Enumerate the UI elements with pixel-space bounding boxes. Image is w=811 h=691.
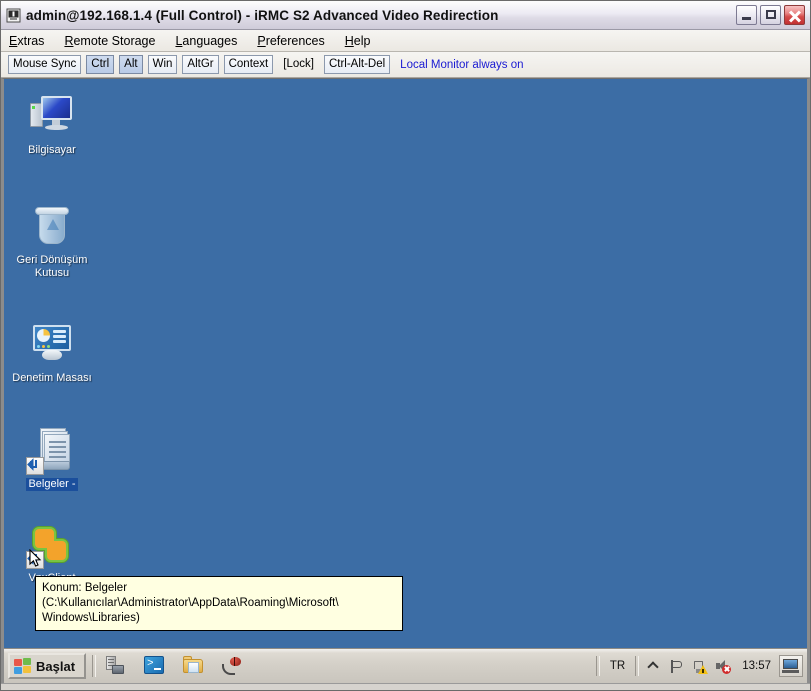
remote-desktop[interactable]: Bilgisayar Geri Dönüşüm Kutusu Denetim M… — [4, 79, 807, 649]
tray-divider — [635, 656, 640, 676]
windows-flag-icon — [14, 657, 32, 675]
desktop-icon-label: Belgeler - — [26, 478, 78, 491]
desktop-icon-recycle-bin[interactable]: Geri Dönüşüm Kutusu — [6, 203, 98, 279]
desktop-icon-vpxclient[interactable]: VpxClient — [6, 519, 98, 585]
desktop-icon-control-panel[interactable]: Denetim Masası — [6, 319, 98, 385]
show-desktop-icon[interactable] — [779, 655, 803, 677]
close-button[interactable] — [784, 5, 805, 25]
context-key-button[interactable]: Context — [223, 55, 274, 74]
menu-item-remote-storage[interactable]: Remote Storage — [62, 32, 164, 50]
server-manager-icon[interactable] — [104, 655, 126, 677]
menu-item-label: emote Storage — [73, 33, 156, 48]
clock[interactable]: 13:57 — [734, 660, 777, 672]
menu-mnemonic: P — [257, 33, 266, 48]
explorer-folder-icon[interactable] — [182, 655, 204, 677]
desktop-icon-label: Geri Dönüşüm Kutusu — [16, 254, 88, 279]
mouse-sync-button[interactable]: Mouse Sync — [8, 55, 82, 74]
desktop-tooltip: Konum: Belgeler (C:\Kullanıcılar\Adminis… — [35, 576, 403, 631]
menu-item-label: xtras — [17, 33, 45, 48]
remote-video-screen[interactable]: Bilgisayar Geri Dönüşüm Kutusu Denetim M… — [1, 78, 810, 683]
volume-muted-icon[interactable] — [714, 658, 732, 675]
title-bar: admin@192.168.1.4 (Full Control) - iRMC … — [1, 1, 810, 30]
window-title: admin@192.168.1.4 (Full Control) - iRMC … — [26, 7, 499, 23]
network-warning-icon[interactable] — [691, 658, 709, 675]
maximize-button[interactable] — [760, 5, 781, 25]
menu-item-languages[interactable]: Languages — [173, 32, 246, 50]
menu-item-help[interactable]: Help — [343, 32, 380, 50]
menu-item-extras[interactable]: Extras — [7, 32, 53, 50]
tray-divider — [595, 656, 600, 676]
shortcut-badge-icon — [26, 457, 44, 475]
powershell-icon[interactable]: > — [143, 655, 165, 677]
system-tray: TR 13:57 — [593, 655, 807, 677]
toolbar: Mouse Sync Ctrl Alt Win AltGr Context [L… — [1, 52, 810, 78]
local-monitor-status[interactable]: Local Monitor always on — [400, 59, 523, 71]
language-indicator[interactable]: TR — [603, 660, 632, 672]
lock-indicator[interactable]: [Lock] — [278, 55, 319, 74]
show-hidden-icons-chevron-icon[interactable] — [645, 658, 662, 675]
taskbar: Başlat > TR 13:57 — [4, 648, 807, 683]
ctrl-key-button[interactable]: Ctrl — [86, 55, 115, 74]
alt-key-button[interactable]: Alt — [119, 55, 143, 74]
application-icon — [6, 8, 21, 23]
quick-launch-bar: > — [102, 655, 243, 677]
menu-item-label: references — [265, 33, 325, 48]
altgr-key-button[interactable]: AltGr — [182, 55, 219, 74]
menu-bar: Extras Remote Storage Languages Preferen… — [1, 30, 810, 52]
bug-icon[interactable] — [221, 655, 243, 677]
minimize-button[interactable] — [736, 5, 757, 25]
recycle-bin-icon — [28, 203, 76, 251]
desktop-icon-label: Denetim Masası — [12, 372, 92, 384]
taskbar-divider — [92, 655, 97, 677]
menu-item-preferences[interactable]: Preferences — [255, 32, 333, 50]
desktop-icon-belgeler[interactable]: Belgeler - — [6, 425, 98, 491]
start-button[interactable]: Başlat — [8, 653, 87, 679]
tooltip-line-1: Konum: Belgeler (C:\Kullanıcılar\Adminis… — [42, 582, 339, 609]
menu-mnemonic: H — [344, 33, 354, 48]
application-window: admin@192.168.1.4 (Full Control) - iRMC … — [0, 0, 811, 691]
computer-icon — [28, 91, 76, 139]
tooltip-line-2: Windows\Libraries) — [42, 612, 140, 624]
menu-item-label: anguages — [182, 33, 238, 48]
start-button-label: Başlat — [36, 658, 76, 674]
ctrl-alt-del-button[interactable]: Ctrl-Alt-Del — [323, 55, 391, 74]
window-status-strip — [1, 683, 810, 690]
menu-item-label: elp — [353, 33, 371, 48]
action-center-flag-icon[interactable] — [668, 658, 685, 675]
control-panel-icon — [28, 319, 76, 367]
desktop-icon-label: Bilgisayar — [28, 144, 76, 156]
win-key-button[interactable]: Win — [147, 55, 178, 74]
window-controls — [736, 5, 808, 25]
documents-icon — [26, 425, 76, 475]
desktop-icon-bilgisayar[interactable]: Bilgisayar — [6, 91, 98, 157]
mouse-cursor-icon — [29, 548, 42, 569]
